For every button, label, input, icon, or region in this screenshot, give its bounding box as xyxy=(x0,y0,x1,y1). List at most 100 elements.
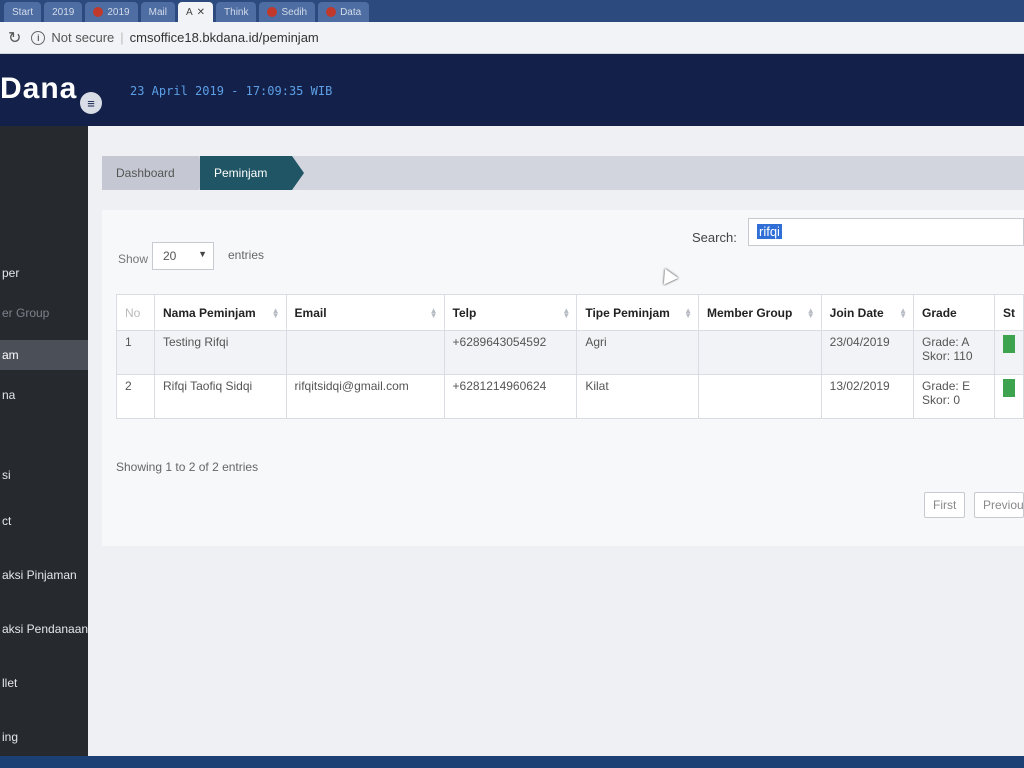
cell-no: 1 xyxy=(116,330,155,375)
column-header-nama[interactable]: Nama Peminjam ▲ ▼ xyxy=(154,294,287,331)
search-input[interactable]: rifqi xyxy=(748,218,1024,246)
column-label: No xyxy=(125,305,141,320)
entries-label: entries xyxy=(228,248,265,262)
table-row[interactable]: 1 Testing Rifqi +6289643054592 Agri 23/0… xyxy=(116,330,1024,375)
hamburger-icon[interactable]: ≡ xyxy=(80,92,102,114)
column-header-email[interactable]: Email ▲ ▼ xyxy=(285,294,445,331)
cell-member-group xyxy=(697,374,822,419)
breadcrumb: Dashboard Peminjam xyxy=(102,156,1024,190)
cell-status xyxy=(994,374,1024,419)
breadcrumb-dashboard[interactable]: Dashboard xyxy=(102,156,210,190)
divider: | xyxy=(120,30,124,45)
sidebar-item[interactable]: si xyxy=(0,460,88,490)
column-header-status[interactable]: St xyxy=(994,294,1024,331)
sidebar-item[interactable]: per xyxy=(0,258,88,288)
column-label: St xyxy=(1003,305,1015,320)
tab-label: Data xyxy=(340,6,362,18)
column-label: Email xyxy=(294,305,327,320)
cell-tipe: Kilat xyxy=(576,374,699,419)
sidebar-item[interactable]: ing xyxy=(0,722,88,752)
browser-tab[interactable]: Start xyxy=(4,2,42,22)
browser-tab[interactable]: Mail xyxy=(140,2,175,22)
sidebar-item-active[interactable]: am xyxy=(0,340,88,370)
browser-tab[interactable]: Sedih xyxy=(259,2,316,22)
column-header-no[interactable]: No xyxy=(116,294,155,331)
first-page-button[interactable]: First xyxy=(924,492,966,518)
reload-icon[interactable]: ↻ xyxy=(8,28,21,48)
sidebar-item[interactable]: er Group xyxy=(0,298,88,328)
app-header: Dana ≡ 23 April 2019 - 17:09:35 WIB xyxy=(0,54,1024,126)
browser-tab[interactable]: 2019 xyxy=(85,2,138,22)
column-label: Nama Peminjam xyxy=(163,305,256,320)
close-icon[interactable]: ✕ xyxy=(197,7,205,18)
os-taskbar xyxy=(0,756,1024,768)
sidebar-item[interactable]: ct xyxy=(0,506,88,536)
column-label: Member Group xyxy=(706,305,793,320)
sort-icon[interactable]: ▲ ▼ xyxy=(562,307,570,320)
column-header-join-date[interactable]: Join Date ▲ ▼ xyxy=(820,294,915,331)
table-row[interactable]: 2 Rifqi Taofiq Sidqi rifqitsidqi@gmail.c… xyxy=(116,374,1024,419)
cell-email xyxy=(285,330,445,375)
tab-label: A xyxy=(185,6,193,18)
tab-label: Sedih xyxy=(281,6,308,18)
previous-page-button[interactable]: Previous xyxy=(974,492,1024,518)
address-bar: ↻ i Not secure | cmsoffice18.bkdana.id/p… xyxy=(0,22,1024,54)
cell-join-date: 13/02/2019 xyxy=(820,374,915,419)
status-badge[interactable] xyxy=(1003,379,1015,397)
column-label: Grade xyxy=(922,305,957,320)
sort-icon[interactable]: ▲ ▼ xyxy=(272,307,280,320)
column-header-grade[interactable]: Grade xyxy=(913,294,995,331)
sort-icon[interactable]: ▲ ▼ xyxy=(430,307,438,320)
tab-label: Start xyxy=(12,6,34,18)
tab-label: Mail xyxy=(148,6,167,18)
tab-label: Think xyxy=(224,6,249,18)
sort-icon[interactable]: ▲ ▼ xyxy=(684,307,692,320)
sort-icon[interactable]: ▲ ▼ xyxy=(807,307,815,320)
security-label: Not secure xyxy=(51,30,115,45)
url-text[interactable]: cmsoffice18.bkdana.id/peminjam xyxy=(130,30,319,45)
browser-tab[interactable]: Think xyxy=(216,2,257,22)
table-header-row: No Nama Peminjam ▲ ▼ Email ▲ ▼ Telp ▲ ▼ Tipe P… xyxy=(116,294,1024,331)
skor-value: Skor: 110 xyxy=(922,349,973,363)
cell-member-group xyxy=(697,330,822,375)
column-header-tipe[interactable]: Tipe Peminjam ▲ ▼ xyxy=(576,294,699,331)
show-label: Show xyxy=(118,252,149,266)
cell-no: 2 xyxy=(116,374,155,419)
browser-tab-bar: Start 2019 2019 Mail A ✕ Think Sedih Data xyxy=(0,0,1024,22)
page-size-value: 20 xyxy=(163,249,177,263)
browser-tab[interactable]: 2019 xyxy=(44,2,83,22)
column-header-member-group[interactable]: Member Group ▲ ▼ xyxy=(697,294,822,331)
cell-email: rifqitsidqi@gmail.com xyxy=(285,374,445,419)
cell-tipe: Agri xyxy=(576,330,699,375)
browser-tab[interactable]: Data xyxy=(318,2,370,22)
sort-icon[interactable]: ▲ ▼ xyxy=(899,307,907,320)
column-label: Telp xyxy=(452,305,477,320)
breadcrumb-peminjam[interactable]: Peminjam xyxy=(200,156,304,190)
grade-value: Grade: A xyxy=(922,335,970,349)
cell-grade: Grade: A Skor: 110 xyxy=(913,330,995,375)
cell-join-date: 23/04/2019 xyxy=(820,330,915,375)
browser-tab-active[interactable]: A ✕ xyxy=(177,2,214,22)
tab-label: 2019 xyxy=(52,6,75,18)
sidebar: per er Group am na si ct aksi Pinjaman a… xyxy=(0,126,88,756)
info-icon[interactable]: i xyxy=(31,30,46,45)
status-badge[interactable] xyxy=(1003,335,1015,353)
sidebar-item[interactable]: aksi Pendanaan xyxy=(0,614,88,644)
cell-telp: +6281214960624 xyxy=(443,374,578,419)
page-size-select[interactable]: 20 ▼ xyxy=(152,242,214,270)
skor-value: Skor: 0 xyxy=(922,393,961,407)
sidebar-item[interactable]: aksi Pinjaman xyxy=(0,560,88,590)
logo: Dana xyxy=(0,72,78,105)
table-panel: Show 20 ▼ entries Search: rifqi No Nama … xyxy=(102,210,1024,546)
sidebar-item[interactable]: na xyxy=(0,380,88,410)
cell-telp: +6289643054592 xyxy=(443,330,578,375)
sidebar-item[interactable]: llet xyxy=(0,668,88,698)
cell-nama: Rifqi Taofiq Sidqi xyxy=(154,374,287,419)
header-datetime: 23 April 2019 - 17:09:35 WIB xyxy=(130,84,333,98)
column-header-telp[interactable]: Telp ▲ ▼ xyxy=(443,294,578,331)
table-info: Showing 1 to 2 of 2 entries xyxy=(116,460,259,474)
grade-value: Grade: E xyxy=(922,379,971,393)
url-box[interactable]: i Not secure | cmsoffice18.bkdana.id/pem… xyxy=(31,30,319,45)
cell-grade: Grade: E Skor: 0 xyxy=(913,374,995,419)
favicon-icon xyxy=(267,7,278,17)
